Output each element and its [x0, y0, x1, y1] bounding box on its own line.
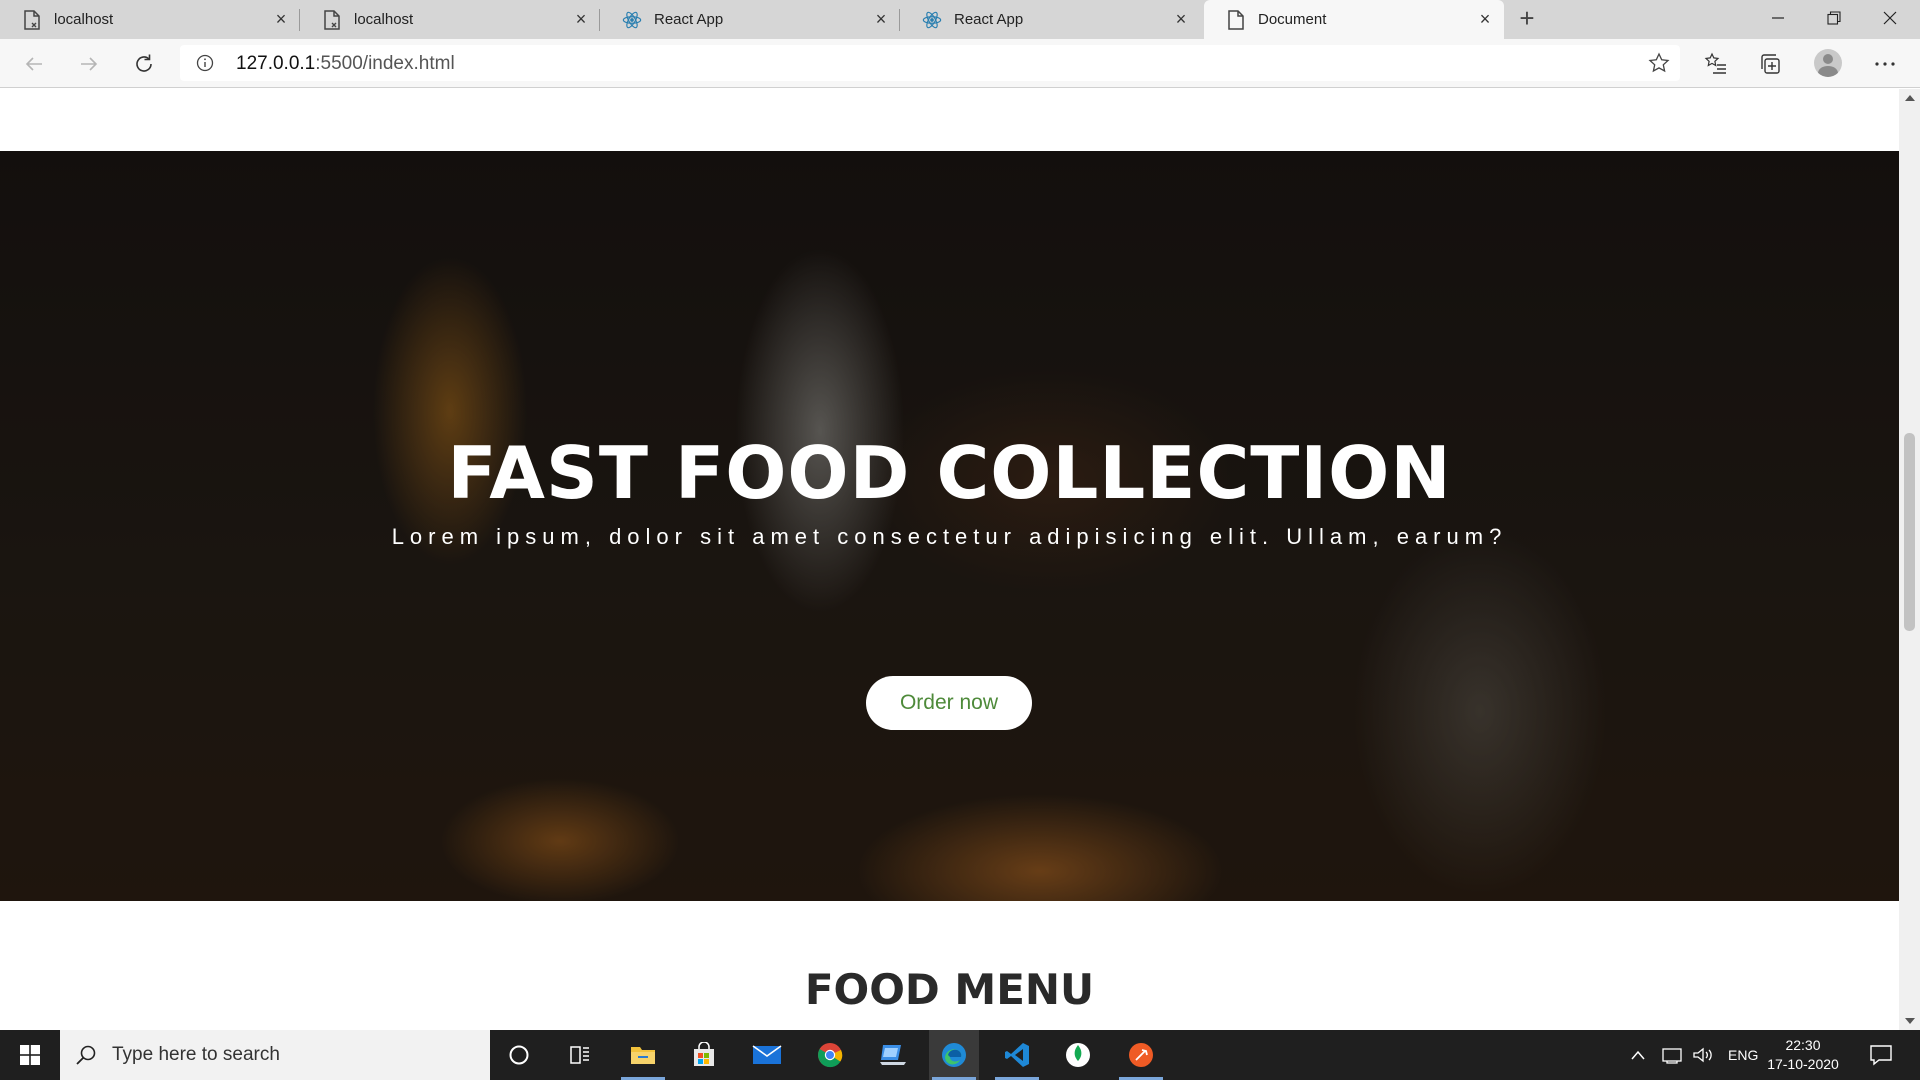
restore-button[interactable] — [1806, 0, 1862, 36]
search-icon — [76, 1045, 96, 1065]
url-host: 127.0.0.1 — [236, 53, 316, 74]
tab-react-app-1[interactable]: React App × — [600, 0, 900, 39]
tab-title: localhost — [354, 11, 414, 28]
clock-date: 17-10-2020 — [1767, 1056, 1839, 1072]
address-bar[interactable]: 127.0.0.1:5500/index.html — [180, 45, 1680, 81]
new-tab-button[interactable]: + — [1512, 4, 1542, 34]
page-error-icon — [322, 9, 342, 30]
edge-button[interactable] — [929, 1030, 979, 1080]
more-dots-icon — [1875, 62, 1895, 66]
url-text[interactable]: 127.0.0.1:5500/index.html — [236, 53, 455, 75]
clock-time: 22:30 — [1785, 1037, 1821, 1053]
close-icon — [1883, 11, 1897, 25]
tab-close-icon[interactable]: × — [1172, 10, 1190, 28]
order-now-button[interactable]: Order now — [866, 676, 1032, 730]
chevron-up-icon[interactable] — [1630, 1049, 1646, 1061]
react-icon — [622, 10, 642, 30]
scroll-up-arrow-icon[interactable] — [1905, 95, 1915, 101]
system-tray: ENG — [1630, 1030, 1758, 1080]
close-window-button[interactable] — [1862, 0, 1918, 36]
cortana-button[interactable] — [494, 1030, 544, 1080]
postman-icon — [1129, 1043, 1153, 1067]
network-icon[interactable] — [1662, 1046, 1682, 1064]
store-button[interactable] — [679, 1030, 729, 1080]
file-explorer-icon — [631, 1047, 655, 1064]
forward-button[interactable] — [71, 47, 107, 81]
hero-title: FAST FOOD COLLECTION — [447, 431, 1452, 515]
laptop-icon — [880, 1045, 906, 1065]
clock[interactable]: 22:30 17-10-2020 — [1758, 1036, 1848, 1074]
tab-title: React App — [654, 11, 724, 28]
language-indicator[interactable]: ENG — [1728, 1047, 1758, 1063]
windows-logo-icon — [20, 1045, 40, 1065]
file-explorer-button[interactable] — [618, 1030, 668, 1080]
scroll-down-arrow-icon[interactable] — [1905, 1018, 1915, 1024]
more-menu-button[interactable] — [1872, 51, 1898, 77]
refresh-icon — [136, 54, 152, 72]
collections-icon — [1761, 54, 1780, 74]
scrollbar-thumb[interactable] — [1904, 433, 1915, 631]
task-view-icon — [570, 1046, 589, 1064]
laptop-app-button[interactable] — [868, 1030, 918, 1080]
tab-title: localhost — [54, 11, 114, 28]
tab-title: Document — [1258, 11, 1327, 28]
react-icon — [922, 10, 942, 30]
tab-close-icon[interactable]: × — [572, 10, 590, 28]
edge-icon — [942, 1043, 966, 1067]
taskbar-search[interactable]: Type here to search — [60, 1030, 490, 1080]
favorite-star-icon[interactable] — [1648, 52, 1670, 74]
tab-close-icon[interactable]: × — [272, 10, 290, 28]
avatar-head — [1823, 54, 1833, 64]
page-viewport: FAST FOOD COLLECTION Lorem ipsum, dolor … — [0, 89, 1899, 1030]
mail-button[interactable] — [742, 1030, 792, 1080]
vscode-button[interactable] — [992, 1030, 1042, 1080]
store-icon — [694, 1042, 714, 1066]
tab-title: React App — [954, 11, 1024, 28]
minimize-icon — [1772, 17, 1784, 19]
start-button[interactable] — [0, 1030, 60, 1080]
mail-icon — [752, 1045, 782, 1064]
favorites-list-icon — [1704, 52, 1726, 74]
page-icon — [1226, 9, 1246, 30]
page-error-icon — [22, 9, 42, 30]
notification-icon[interactable] — [1868, 1042, 1894, 1068]
hero-banner: FAST FOOD COLLECTION Lorem ipsum, dolor … — [0, 151, 1899, 901]
favorites-button[interactable] — [1703, 51, 1729, 77]
tab-strip: localhost × localhost × React App × Reac… — [0, 0, 1920, 39]
avatar-body — [1818, 66, 1838, 77]
browser-toolbar: 127.0.0.1:5500/index.html — [0, 39, 1920, 88]
windows-taskbar: Type here to search ENG 22:30 17-10-2020 — [0, 1030, 1920, 1080]
task-view-button[interactable] — [555, 1030, 605, 1080]
search-placeholder: Type here to search — [112, 1044, 280, 1065]
postman-button[interactable] — [1116, 1030, 1166, 1080]
mongodb-icon — [1066, 1043, 1090, 1067]
refresh-button[interactable] — [126, 47, 162, 81]
back-button[interactable] — [16, 47, 52, 81]
chrome-icon — [818, 1043, 843, 1068]
mongodb-button[interactable] — [1053, 1030, 1103, 1080]
tab-react-app-2[interactable]: React App × — [900, 0, 1200, 39]
restore-icon — [1827, 11, 1841, 25]
hero-subtitle: Lorem ipsum, dolor sit amet consectetur … — [391, 524, 1508, 549]
tab-close-icon[interactable]: × — [872, 10, 890, 28]
info-icon[interactable] — [196, 54, 214, 72]
back-arrow-icon — [25, 57, 42, 71]
tab-close-icon[interactable]: × — [1476, 10, 1494, 28]
minimize-button[interactable] — [1750, 0, 1806, 36]
forward-arrow-icon — [81, 57, 98, 71]
url-path: :5500/index.html — [315, 53, 455, 74]
cortana-icon — [509, 1045, 529, 1065]
profile-avatar[interactable] — [1814, 49, 1842, 77]
tab-document[interactable]: Document × — [1204, 0, 1504, 39]
page-scrollbar[interactable] — [1899, 89, 1920, 1030]
collections-button[interactable] — [1758, 51, 1784, 77]
food-menu-heading: FOOD MENU — [804, 965, 1095, 1014]
tab-localhost-1[interactable]: localhost × — [0, 0, 300, 39]
volume-icon[interactable] — [1692, 1046, 1714, 1064]
vscode-icon — [1005, 1043, 1029, 1067]
chrome-button[interactable] — [805, 1030, 855, 1080]
tab-localhost-2[interactable]: localhost × — [300, 0, 600, 39]
